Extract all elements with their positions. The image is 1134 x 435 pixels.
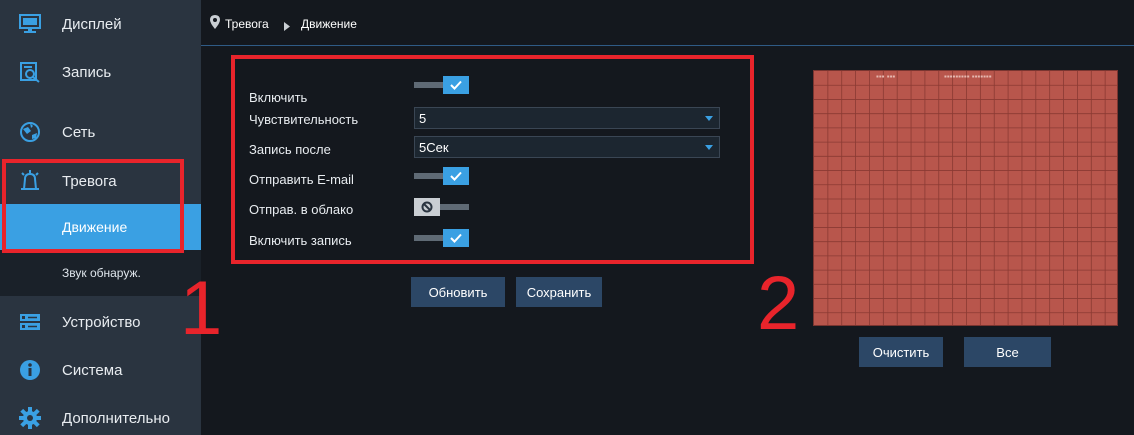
check-icon xyxy=(443,76,469,94)
main-content: Тревога Движение Включить Чувствительнос… xyxy=(201,0,1134,435)
post-record-select[interactable]: 5Сек xyxy=(414,136,720,158)
sidebar: Дисплей Запись Сеть Тревога Движение Зву… xyxy=(0,0,201,435)
network-globe-icon xyxy=(18,120,42,144)
select-all-button[interactable]: Все xyxy=(964,337,1051,367)
monitor-icon xyxy=(18,12,42,36)
send-email-label: Отправить E-mail xyxy=(249,172,354,187)
send-cloud-label: Отправ. в облако xyxy=(249,202,354,217)
sidebar-item-network[interactable]: Сеть xyxy=(0,108,201,156)
sidebar-subitem-label: Движение xyxy=(62,219,128,235)
sidebar-item-alarm[interactable]: Тревога xyxy=(0,157,201,205)
enable-toggle[interactable] xyxy=(414,76,469,94)
annotation-number-1: 1 xyxy=(180,266,223,351)
enable-record-label: Включить запись xyxy=(249,233,352,248)
sidebar-subitem-motion[interactable]: Движение xyxy=(0,204,201,250)
motion-grid-cells[interactable] xyxy=(814,71,1118,326)
post-record-value: 5Сек xyxy=(419,140,449,155)
motion-grid[interactable]: ▪▪▪ ▪▪▪ ▪▪▪▪▪▪▪▪▪ ▪▪▪▪▪▪▪ xyxy=(813,70,1118,326)
sidebar-item-label: Дисплей xyxy=(62,15,122,33)
gear-icon xyxy=(18,406,42,430)
clear-button[interactable]: Очистить xyxy=(859,337,943,367)
enable-record-toggle[interactable] xyxy=(414,229,469,247)
sidebar-item-label: Система xyxy=(62,361,123,379)
record-search-icon xyxy=(18,60,42,84)
refresh-button[interactable]: Обновить xyxy=(411,277,505,307)
breadcrumb: Тревога Движение xyxy=(201,0,1134,46)
sensitivity-label: Чувствительность xyxy=(249,112,359,127)
alarm-bell-icon xyxy=(18,169,42,193)
sidebar-item-display[interactable]: Дисплей xyxy=(0,0,201,48)
location-pin-icon xyxy=(210,15,220,34)
hdd-device-icon xyxy=(18,310,42,334)
camera-overlay-text: ▪▪▪ ▪▪▪ xyxy=(876,72,896,81)
post-record-label: Запись после xyxy=(249,142,331,157)
sidebar-item-system[interactable]: Система xyxy=(0,346,201,394)
annotation-number-2: 2 xyxy=(757,261,800,346)
sidebar-item-label: Сеть xyxy=(62,123,96,141)
sidebar-item-label: Запись xyxy=(62,63,112,81)
enable-label: Включить xyxy=(249,90,308,105)
send-cloud-toggle[interactable] xyxy=(414,198,469,216)
camera-overlay-timestamp: ▪▪▪▪▪▪▪▪▪ ▪▪▪▪▪▪▪ xyxy=(944,72,992,81)
check-icon xyxy=(443,167,469,185)
sidebar-item-label: Дополнительно xyxy=(62,409,170,427)
breadcrumb-item-motion: Движение xyxy=(301,17,357,31)
chevron-down-icon xyxy=(705,116,713,121)
sensitivity-select[interactable]: 5 xyxy=(414,107,720,129)
app-window: Дисплей Запись Сеть Тревога Движение Зву… xyxy=(0,0,1134,435)
sidebar-subitem-label: Звук обнаруж. xyxy=(62,266,141,280)
sidebar-item-device[interactable]: Устройство xyxy=(0,298,201,346)
save-button[interactable]: Сохранить xyxy=(516,277,602,307)
check-icon xyxy=(443,229,469,247)
breadcrumb-separator-icon xyxy=(284,18,290,36)
breadcrumb-item-alarm[interactable]: Тревога xyxy=(225,17,269,31)
disabled-icon xyxy=(414,198,440,216)
sidebar-subitem-sound[interactable]: Звук обнаруж. xyxy=(0,250,201,296)
sidebar-item-label: Тревога xyxy=(62,172,117,190)
sidebar-item-advanced[interactable]: Дополнительно xyxy=(0,394,201,435)
send-email-toggle[interactable] xyxy=(414,167,469,185)
sensitivity-value: 5 xyxy=(419,111,427,126)
sidebar-item-label: Устройство xyxy=(62,313,141,331)
sidebar-item-record[interactable]: Запись xyxy=(0,48,201,96)
chevron-down-icon xyxy=(705,145,713,150)
info-icon xyxy=(18,358,42,382)
